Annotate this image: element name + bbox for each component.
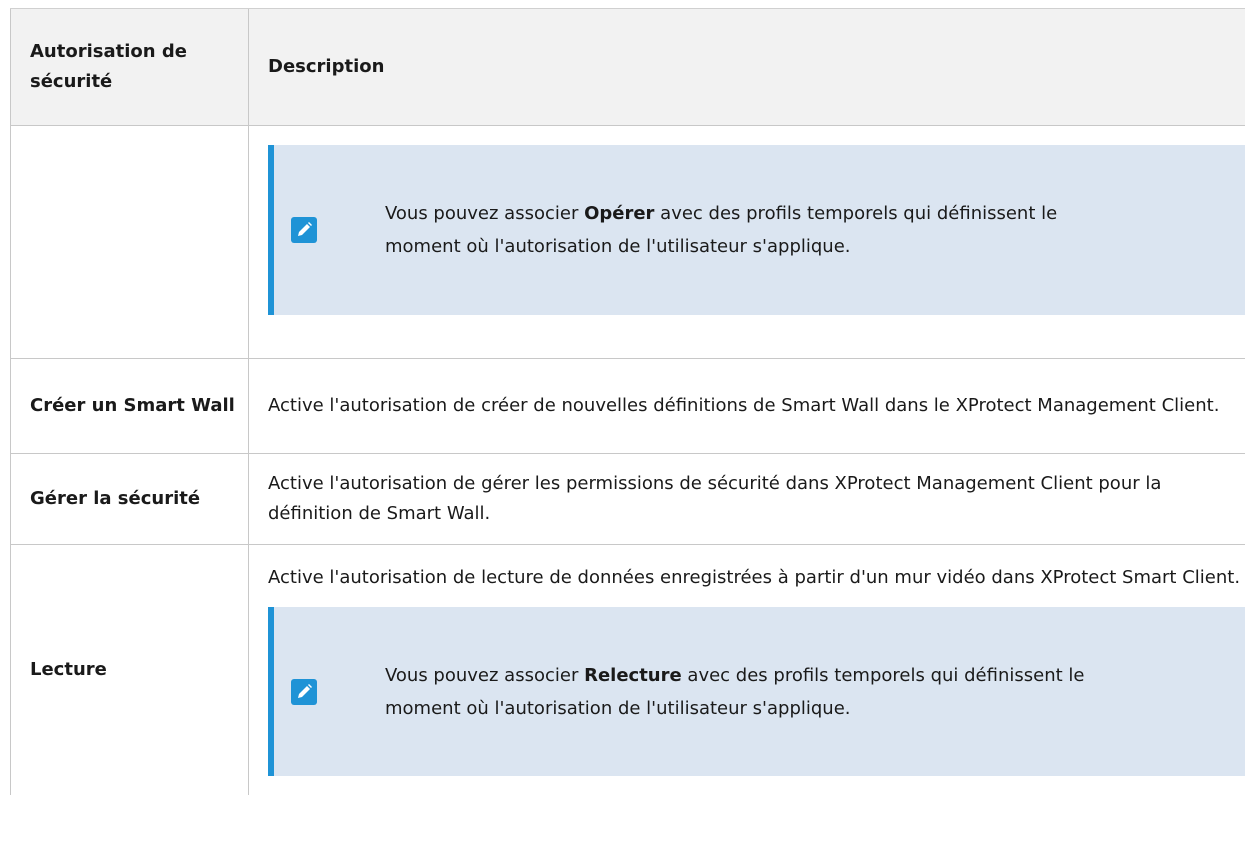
header-description: Description — [249, 9, 1245, 125]
header-security-permission: Autorisation de sécurité — [10, 9, 249, 125]
permission-description: Active l'autorisation de créer de nouvel… — [249, 359, 1245, 453]
permission-description-text: Active l'autorisation de créer de nouvel… — [268, 395, 1220, 416]
permission-description-text: Active l'autorisation de gérer les permi… — [268, 473, 1162, 524]
permission-description: Active l'autorisation de lecture de donn… — [249, 545, 1245, 795]
table-row: Vous pouvez associer Opérer avec des pro… — [10, 125, 1245, 358]
note-box: Vous pouvez associer Opérer avec des pro… — [268, 145, 1245, 315]
permission-name: Gérer la sécurité — [10, 454, 249, 544]
note-text-pre: Vous pouvez associer — [385, 203, 585, 224]
header-description-label: Description — [268, 56, 385, 77]
table-row: Créer un Smart Wall Active l'autorisatio… — [10, 358, 1245, 453]
table-row: Lecture Active l'autorisation de lecture… — [10, 544, 1245, 795]
permission-description-text: Active l'autorisation de lecture de donn… — [268, 567, 1241, 588]
note-text: Vous pouvez associer Relecture avec des … — [385, 659, 1125, 725]
pencil-note-icon — [291, 678, 317, 705]
note-text: Vous pouvez associer Opérer avec des pro… — [385, 197, 1125, 263]
permission-name: Lecture — [10, 545, 249, 795]
permission-description: Active l'autorisation de gérer les permi… — [249, 454, 1245, 544]
permission-name — [10, 126, 249, 358]
permissions-table: Autorisation de sécurité Description Vou… — [10, 8, 1245, 795]
permission-description: Vous pouvez associer Opérer avec des pro… — [249, 126, 1245, 358]
note-text-pre: Vous pouvez associer — [385, 664, 585, 686]
note-box: Vous pouvez associer Relecture avec des … — [268, 607, 1245, 776]
table-header-row: Autorisation de sécurité Description — [10, 8, 1245, 125]
table-row: Gérer la sécurité Active l'autorisation … — [10, 453, 1245, 544]
note-text-bold: Relecture — [584, 664, 682, 686]
permission-name: Créer un Smart Wall — [10, 359, 249, 453]
pencil-note-icon — [291, 217, 317, 243]
note-text-bold: Opérer — [584, 203, 655, 224]
